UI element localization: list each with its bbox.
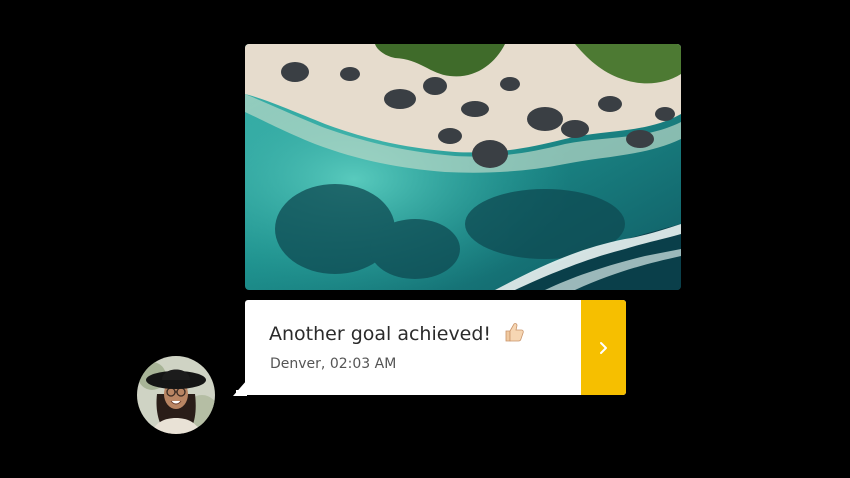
user-avatar[interactable] (137, 356, 215, 434)
beach-aerial-image (245, 44, 681, 290)
beach-aerial-photo[interactable] (245, 44, 681, 290)
thumbs-up-icon (503, 321, 525, 348)
avatar-image (137, 356, 215, 434)
notification-title-row: Another goal achieved! (269, 321, 525, 348)
notification-title: Another goal achieved! (269, 323, 492, 345)
notification-body[interactable]: Another goal achieved! Denver, 02:03 AM (245, 300, 581, 395)
open-button[interactable] (581, 300, 626, 395)
chevron-right-icon (599, 341, 607, 354)
notification-card[interactable]: Another goal achieved! Denver, 02:03 AM (245, 300, 626, 395)
notification-stage: Another goal achieved! Denver, 02:03 AM (0, 0, 850, 478)
location-time: Denver, 02:03 AM (270, 356, 397, 372)
